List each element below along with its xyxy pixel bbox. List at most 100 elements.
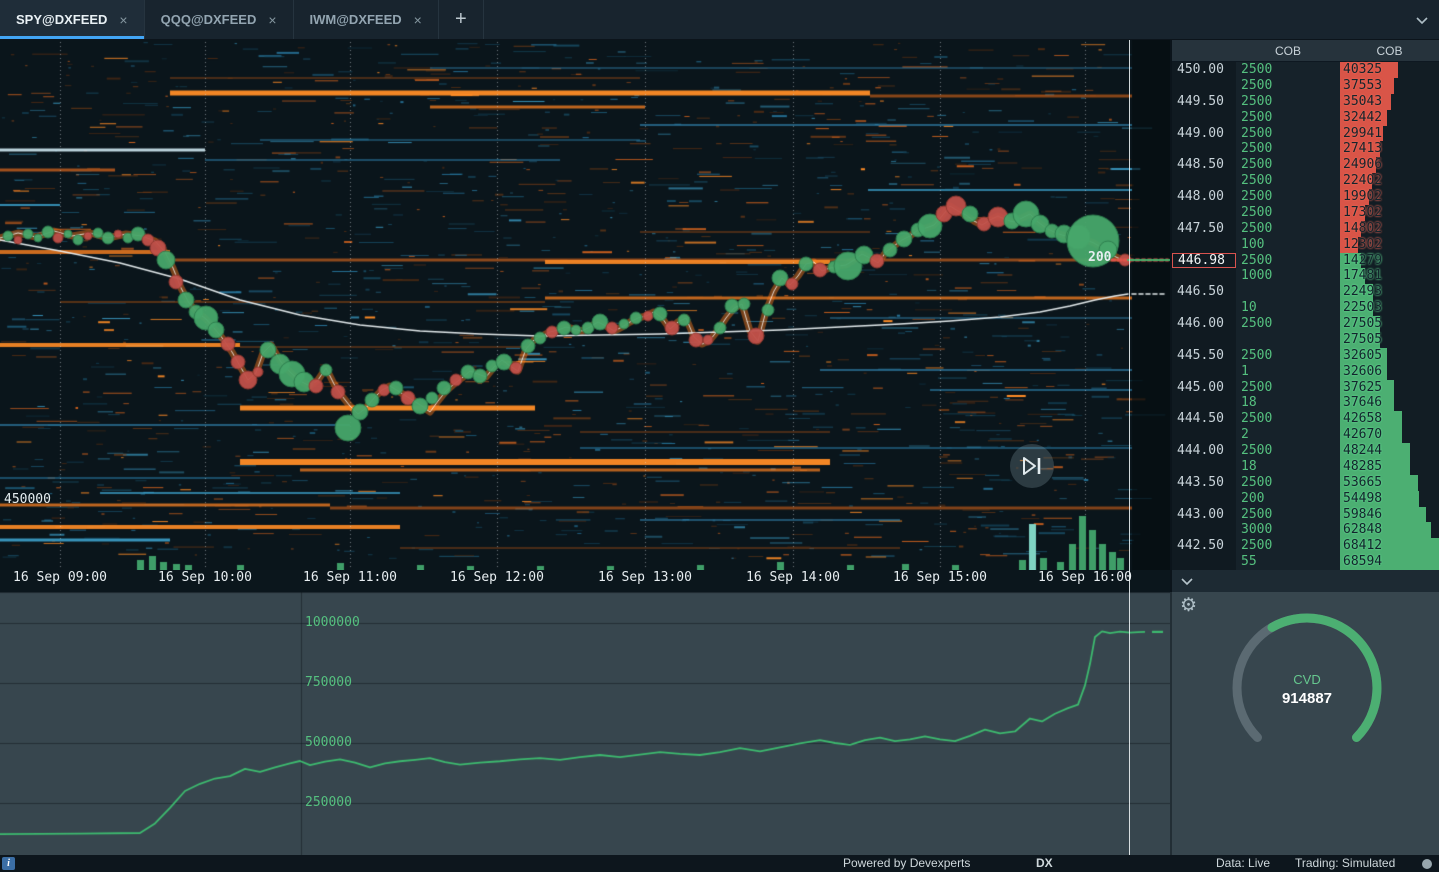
cob-value: 19902 [1343, 189, 1383, 204]
ladder-row[interactable]: 446.98 2500 14279 [1172, 252, 1439, 269]
cob-value: 12302 [1343, 236, 1383, 252]
ladder-row[interactable]: 446.50 22493 [1172, 284, 1439, 301]
ladder-row[interactable]: 100 12302 [1172, 236, 1439, 253]
heatmap-chart-canvas[interactable] [0, 40, 1170, 570]
close-icon[interactable]: × [268, 12, 276, 28]
close-icon[interactable]: × [119, 12, 127, 28]
time-axis[interactable]: 16 Sep 09:00 16 Sep 10:00 16 Sep 11:00 16 S… [0, 570, 1170, 592]
ladder-row[interactable]: 2500 27413 [1172, 141, 1439, 158]
info-icon[interactable]: i [2, 857, 15, 870]
cvd-axis-label: 250000 [305, 795, 352, 810]
cvd-chart-canvas[interactable] [0, 592, 1170, 855]
cob-value: 29941 [1343, 125, 1383, 141]
cob-cumulative-cell: 32606 [1340, 363, 1439, 380]
ladder-row[interactable]: 55 68594 [1172, 554, 1439, 570]
gauge-value: 914887 [1282, 690, 1332, 707]
ladder-row[interactable]: 3000 62848 [1172, 522, 1439, 539]
cvd-gauge: CVD 914887 [1232, 613, 1382, 742]
ladder-row[interactable]: 447.50 2500 14802 [1172, 220, 1439, 237]
ladder-row[interactable]: 446.00 2500 27505 [1172, 316, 1439, 332]
ladder-row[interactable]: 2500 32442 [1172, 109, 1439, 126]
tab-qqq-dxfeed[interactable]: QQQ@DXFEED × [145, 0, 294, 39]
ladder-row[interactable]: 444.50 2500 42658 [1172, 411, 1439, 428]
cob-value: 42670 [1343, 427, 1383, 443]
price-cell [1172, 363, 1236, 380]
cob-size-cell: 100 [1236, 236, 1340, 253]
tab-iwm-dxfeed[interactable]: IWM@DXFEED × [294, 0, 439, 39]
ladder-row[interactable]: 2500 37553 [1172, 77, 1439, 94]
cob-cumulative-cell: 14279 [1340, 252, 1439, 269]
time-axis-label: 16 Sep 09:00 [13, 570, 107, 585]
order-book-ladder[interactable]: COB COB 450.00 2500 40325 2500 37553 449.50 25… [1170, 40, 1439, 570]
new-tab-button[interactable]: + [439, 0, 484, 39]
price-cell [1172, 141, 1236, 158]
price-cell: 447.50 [1172, 220, 1236, 237]
ladder-row[interactable]: 2500 22402 [1172, 173, 1439, 189]
cob-size-cell: 2 [1236, 427, 1340, 443]
cob-size-cell [1236, 284, 1340, 301]
ladder-row[interactable]: 2500 17302 [1172, 204, 1439, 221]
ladder-row[interactable]: 445.00 2500 37625 [1172, 379, 1439, 396]
ladder-row[interactable]: 1 32606 [1172, 363, 1439, 380]
ladder-row[interactable]: 444.00 2500 48244 [1172, 443, 1439, 459]
tab-label: SPY@DXFEED [16, 12, 108, 27]
price-cell: 448.00 [1172, 189, 1236, 205]
time-axis-label: 16 Sep 12:00 [450, 570, 544, 585]
cob-value: 17481 [1343, 268, 1383, 284]
cob-size-cell: 2500 [1236, 173, 1340, 189]
cob-cumulative-cell: 27413 [1340, 141, 1439, 158]
ladder-row[interactable]: 200 54498 [1172, 490, 1439, 507]
cob-cumulative-cell: 59846 [1340, 506, 1439, 523]
cob-size-cell: 200 [1236, 490, 1340, 507]
cob-value: 22493 [1343, 284, 1383, 300]
tabbar-menu-button[interactable] [1415, 0, 1429, 40]
ladder-row[interactable]: 449.00 2500 29941 [1172, 125, 1439, 142]
time-axis-label: 16 Sep 11:00 [303, 570, 397, 585]
ladder-row[interactable]: 27505 [1172, 331, 1439, 348]
cob-value: 48244 [1343, 443, 1383, 458]
cob-size-cell: 55 [1236, 554, 1340, 570]
price-cell: 445.50 [1172, 347, 1236, 364]
jump-to-latest-button[interactable] [1010, 444, 1054, 488]
cob-size-cell: 2500 [1236, 141, 1340, 158]
ladder-row[interactable]: 450.00 2500 40325 [1172, 62, 1439, 78]
ladder-collapse-strip[interactable] [1170, 570, 1439, 592]
ladder-row[interactable]: 448.00 2500 19902 [1172, 189, 1439, 205]
cob-cumulative-cell: 17481 [1340, 268, 1439, 285]
cob-value: 40325 [1343, 62, 1383, 77]
price-cell [1172, 331, 1236, 348]
tab-spy-dxfeed[interactable]: SPY@DXFEED × [0, 0, 145, 39]
price-cell: 445.00 [1172, 379, 1236, 396]
price-cell [1172, 395, 1236, 412]
cvd-axis-label: 500000 [305, 735, 352, 750]
ladder-row[interactable]: 443.50 2500 53665 [1172, 474, 1439, 491]
cob-size-column-header: COB [1274, 43, 1301, 58]
price-cell: 450.00 [1172, 62, 1236, 78]
price-cell: 444.00 [1172, 443, 1236, 459]
ladder-row[interactable]: 18 37646 [1172, 395, 1439, 412]
cob-value: 62848 [1343, 522, 1383, 538]
price-cell: 443.50 [1172, 474, 1236, 491]
close-icon[interactable]: × [414, 12, 422, 28]
cvd-axis-label: 750000 [305, 675, 352, 690]
ladder-row[interactable]: 443.00 2500 59846 [1172, 506, 1439, 523]
ladder-row[interactable]: 1000 17481 [1172, 268, 1439, 285]
ladder-row[interactable]: 442.50 2500 68412 [1172, 538, 1439, 555]
cob-size-cell: 2500 [1236, 316, 1340, 332]
bookmap-trading-app: SPY@DXFEED × QQQ@DXFEED × IWM@DXFEED × +… [0, 0, 1439, 872]
ladder-row[interactable]: 445.50 2500 32605 [1172, 347, 1439, 364]
ladder-row[interactable]: 10 22503 [1172, 300, 1439, 316]
last-trade-size-label: 200 [1088, 250, 1112, 265]
price-cell [1172, 109, 1236, 126]
ladder-row[interactable]: 448.50 2500 24906 [1172, 157, 1439, 174]
cob-size-cell: 1 [1236, 363, 1340, 380]
price-cell [1172, 173, 1236, 189]
ladder-row[interactable]: 449.50 2500 35043 [1172, 93, 1439, 110]
ladder-row[interactable]: 18 48285 [1172, 458, 1439, 475]
price-cell [1172, 236, 1236, 253]
ladder-row[interactable]: 2 42670 [1172, 427, 1439, 443]
price-cell: 446.00 [1172, 316, 1236, 332]
connection-status-icon [1422, 859, 1432, 869]
price-cell [1172, 427, 1236, 443]
price-cell: 446.98 [1172, 252, 1236, 269]
